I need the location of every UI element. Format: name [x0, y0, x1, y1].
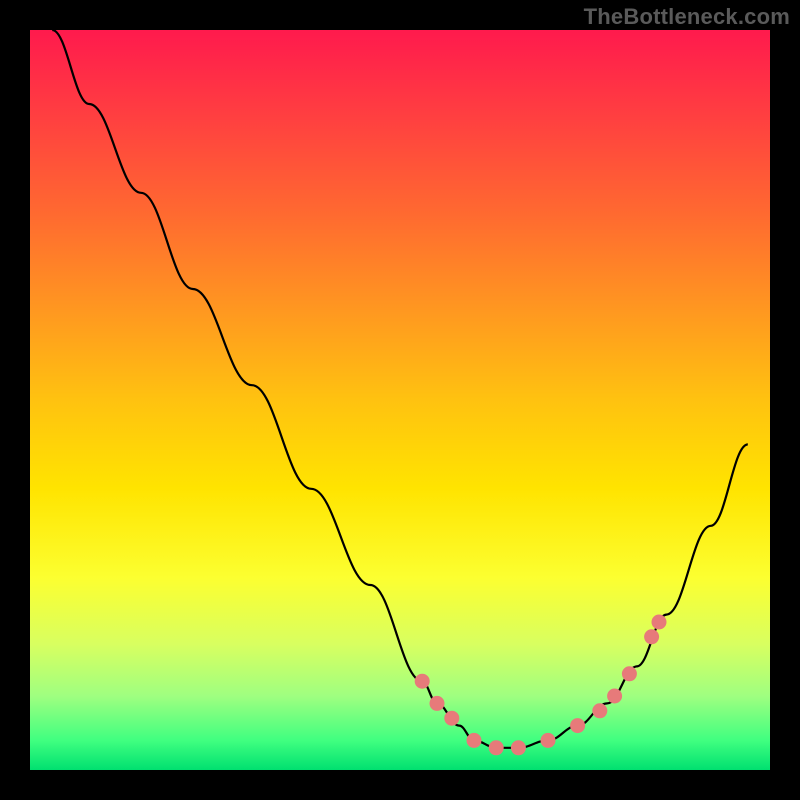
marker-point — [430, 696, 445, 711]
curve-line — [52, 30, 748, 748]
marker-point — [607, 689, 622, 704]
marker-point — [415, 674, 430, 689]
watermark-text: TheBottleneck.com — [584, 4, 790, 30]
marker-point — [592, 703, 607, 718]
marker-point — [622, 666, 637, 681]
marker-point — [652, 615, 667, 630]
chart-svg — [30, 30, 770, 770]
marker-point — [541, 733, 556, 748]
marker-group — [415, 615, 667, 756]
marker-point — [570, 718, 585, 733]
marker-point — [489, 740, 504, 755]
marker-point — [467, 733, 482, 748]
marker-point — [644, 629, 659, 644]
marker-point — [444, 711, 459, 726]
marker-point — [511, 740, 526, 755]
